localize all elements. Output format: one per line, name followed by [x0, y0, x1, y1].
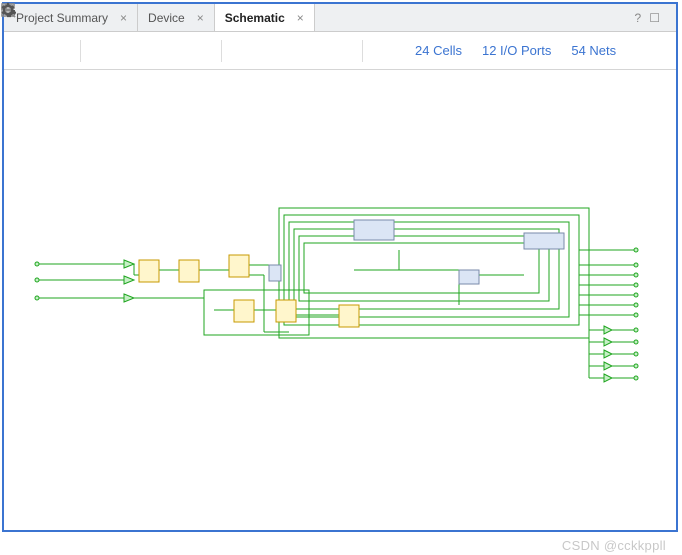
close-icon[interactable]: × [293, 11, 308, 25]
minus-icon[interactable] [326, 37, 354, 65]
tab-label: Device [148, 11, 185, 25]
maximize-icon[interactable]: ☐ [649, 11, 660, 25]
separator [80, 40, 81, 62]
watermark: CSDN @cckkppll [562, 538, 666, 553]
tab-bar: Project Summary × Device × Schematic × ?… [4, 4, 676, 32]
zoom-out-icon[interactable] [121, 37, 149, 65]
forward-icon[interactable] [44, 37, 72, 65]
close-icon[interactable]: × [193, 11, 208, 25]
nets-count[interactable]: 54 Nets [571, 43, 616, 58]
target-icon[interactable] [230, 37, 258, 65]
cells-count[interactable]: 24 Cells [415, 43, 462, 58]
shrink-icon[interactable] [262, 37, 290, 65]
tab-schematic[interactable]: Schematic × [215, 4, 315, 31]
tab-label: Project Summary [16, 11, 108, 25]
toolbar: 24 Cells 12 I/O Ports 54 Nets [4, 32, 676, 70]
separator [221, 40, 222, 62]
counts: 24 Cells 12 I/O Ports 54 Nets [415, 43, 616, 58]
schematic-drawing [4, 70, 676, 530]
tab-label: Schematic [225, 11, 285, 25]
help-icon[interactable]: ? [635, 11, 642, 25]
separator [362, 40, 363, 62]
tab-bar-actions: ? ☐ [635, 11, 676, 25]
close-icon[interactable]: × [116, 11, 131, 25]
plus-icon[interactable] [294, 37, 322, 65]
schematic-canvas[interactable] [4, 70, 676, 530]
io-count[interactable]: 12 I/O Ports [482, 43, 551, 58]
tab-project-summary[interactable]: Project Summary × [6, 4, 138, 31]
back-icon[interactable] [12, 37, 40, 65]
tab-device[interactable]: Device × [138, 4, 215, 31]
zoom-fit-icon[interactable] [153, 37, 181, 65]
zoom-in-icon[interactable] [89, 37, 117, 65]
app-window: Project Summary × Device × Schematic × ?… [2, 2, 678, 532]
gear-icon[interactable] [640, 37, 668, 65]
reload-icon[interactable] [371, 37, 399, 65]
zoom-area-icon[interactable] [185, 37, 213, 65]
